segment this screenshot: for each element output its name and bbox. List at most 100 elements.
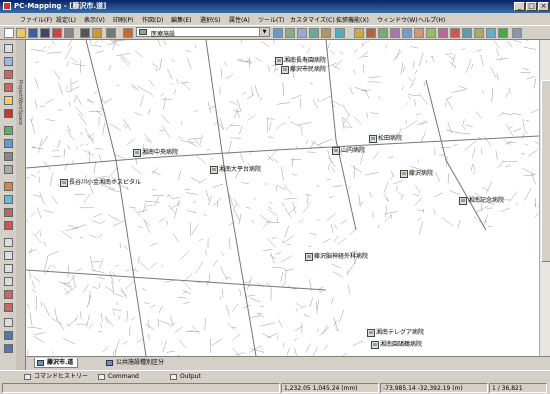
tool-a-icon[interactable] [273,28,283,38]
zoom-extent-icon[interactable] [4,96,13,105]
hospital-icon [459,196,467,205]
chevron-down-icon[interactable]: ▼ [259,28,269,36]
select-area-icon[interactable] [426,28,436,38]
tab-command[interactable]: Command [96,372,139,382]
table-icon[interactable] [462,28,472,38]
new-file-icon[interactable] [4,28,14,38]
print-icon[interactable] [64,28,74,38]
circle-tool-icon[interactable] [4,290,13,299]
draw-polyline-icon[interactable] [366,28,376,38]
tab-public-facility[interactable]: 公共施設種別区分 [104,358,168,368]
zoom-prev-icon[interactable] [4,109,13,118]
menu-window[interactable]: ウィンドウ(W) [377,15,418,24]
attribute-icon[interactable] [438,28,448,38]
rotate-icon[interactable] [4,208,13,217]
run-icon[interactable] [498,28,508,38]
pointer-icon[interactable] [4,44,13,53]
status-coords-map: -73,985.14 -32,392.19 (m) [380,383,488,393]
style-icon[interactable] [4,344,13,353]
history-icon [24,374,31,380]
layer-prop-icon[interactable] [4,139,13,148]
minimize-button[interactable]: _ [514,2,525,11]
menu-select[interactable]: 選択(S) [200,15,221,24]
zoom-in-icon[interactable] [4,70,13,79]
export-icon[interactable] [486,28,496,38]
color-icon[interactable] [4,331,13,340]
status-coords-mm: 1,232.05 1,045.24 (mm) [281,383,379,393]
map-view[interactable]: 湘南長寿園病院 藤沢市民病院 山内病院 松田病院 湘南中央病院 湘南大平台病院 … [26,40,539,356]
project-workspace-panel[interactable]: ProjectWorkSpace [16,40,26,370]
help-icon[interactable] [512,28,522,38]
zoom-out-icon[interactable] [4,83,13,92]
tool-d-icon[interactable] [309,28,319,38]
pan-icon[interactable] [4,57,13,66]
menu-help[interactable]: ヘルプ(H) [418,15,445,24]
draw-poly-icon[interactable] [378,28,388,38]
map-vertical-scrollbar[interactable] [539,40,550,356]
map-label[interactable]: 山内病院 [332,145,365,155]
graph-icon[interactable] [474,28,484,38]
draw-text-icon[interactable] [402,28,412,38]
layer-list-icon[interactable] [4,126,13,135]
polygon-tool-icon[interactable] [4,277,13,286]
snap-icon[interactable] [4,165,13,174]
menu-view[interactable]: 表示(V) [84,15,105,24]
menu-edit[interactable]: 編集(E) [171,15,191,24]
close-file-icon[interactable] [52,28,62,38]
status-count: 1 / 36,821 [489,383,547,393]
buffer-icon[interactable] [4,303,13,312]
preview-icon[interactable] [80,28,90,38]
point-tool-icon[interactable] [4,251,13,260]
map-label[interactable]: 湘南園鵠鶴病院 [371,339,422,349]
cut-icon[interactable] [92,28,102,38]
open-folder-icon[interactable] [16,28,26,38]
menu-print[interactable]: 印刷(P) [113,15,133,24]
query-icon[interactable] [450,28,460,38]
info-icon[interactable] [4,238,13,247]
move-icon[interactable] [4,195,13,204]
tool-b-icon[interactable] [285,28,295,38]
hospital-icon [210,165,218,174]
map-label[interactable]: 湘南中央病院 [133,147,178,157]
layer-settings-icon[interactable] [123,28,133,38]
map-label[interactable]: 松田病院 [369,133,402,143]
layer-icon[interactable] [106,28,116,38]
map-label[interactable]: 湘南大平台病院 [210,164,261,174]
layer-select[interactable]: 医療施設 ▼ [136,27,270,38]
tool-c-icon[interactable] [297,28,307,38]
map-label[interactable]: 藤沢病院 [400,168,433,178]
maximize-button[interactable]: □ [526,2,537,11]
draw-line-icon[interactable] [354,28,364,38]
menu-draw[interactable]: 作図(D) [142,15,163,24]
map-label[interactable]: 湘南テレグア病院 [367,327,424,337]
menu-settings[interactable]: 設定(L) [56,15,76,24]
menu-customize[interactable]: カスタマイズ(C) [290,15,335,24]
menu-tools[interactable]: ツール(T) [258,15,284,24]
tab-command-history[interactable]: コマンドヒストリー [22,372,88,382]
map-label[interactable]: 長谷川小金湘南ホスピタル [60,177,141,187]
draw-point-icon[interactable] [390,28,400,38]
save-as-icon[interactable] [40,28,50,38]
tool-e-icon[interactable] [321,28,331,38]
hospital-icon [400,169,408,178]
tab-road-map[interactable]: 藤沢市.道 [34,358,79,368]
menu-extensions[interactable]: 拡張機能(X) [336,15,369,24]
save-icon[interactable] [28,28,38,38]
menu-file[interactable]: ファイル(F) [20,15,52,24]
map-label[interactable]: 藤沢脳神経外科病院 [305,251,368,261]
left-toolbar [0,40,17,370]
search-icon[interactable] [4,221,13,230]
map-label[interactable]: 藤沢市民病院 [281,64,326,74]
map-label[interactable]: 湘南記念病院 [459,195,504,205]
tool-f-icon[interactable] [335,28,345,38]
document-tabs: 藤沢市.道 公共施設種別区分 [26,356,550,369]
measure-icon[interactable] [414,28,424,38]
edit-vertex-icon[interactable] [4,182,13,191]
scrollbar-thumb[interactable] [541,80,550,262]
tab-output[interactable]: Output [168,372,201,382]
grid-icon[interactable] [4,152,13,161]
line-tool-icon[interactable] [4,264,13,273]
close-button[interactable]: × [538,2,549,11]
menu-attribute[interactable]: 属性(A) [229,15,250,24]
label-icon[interactable] [4,318,13,327]
